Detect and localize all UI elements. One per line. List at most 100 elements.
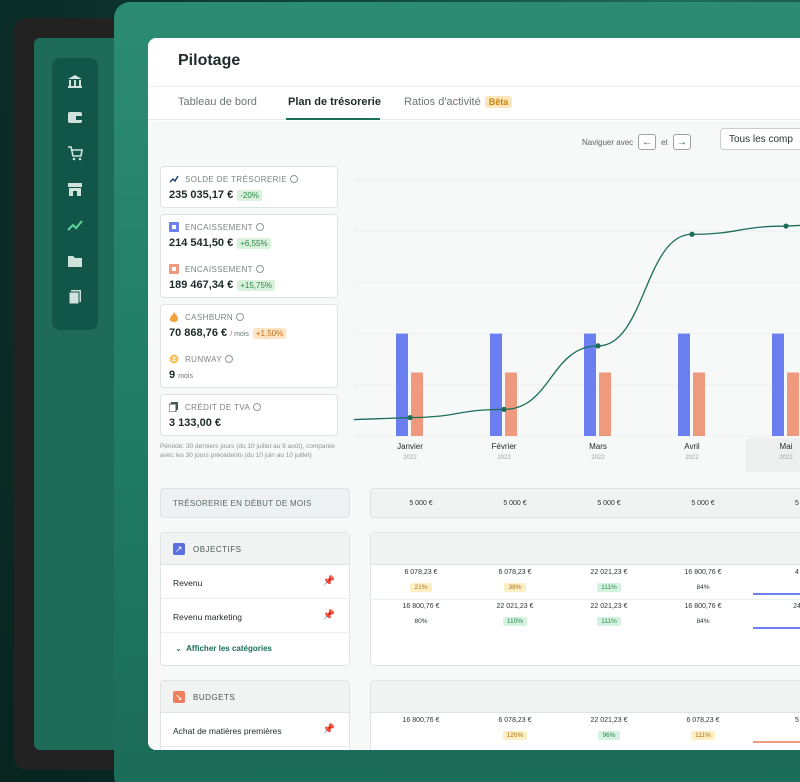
value-cell[interactable]: 16 800,76 € 84% — [663, 569, 743, 594]
info-icon[interactable] — [225, 355, 234, 363]
value-percent-badge: 21% — [410, 583, 432, 592]
value-amount: 16 800,76 € — [402, 603, 440, 610]
value-cell[interactable]: 16 800,76 € — [381, 717, 461, 724]
folder-icon[interactable] — [64, 250, 86, 272]
objectif-row[interactable]: Revenu marketing 📌 — [161, 599, 349, 633]
value-cell[interactable]: 4 — [757, 569, 800, 576]
value-cell[interactable]: 16 800,76 € 84% — [663, 603, 743, 628]
prev-arrow-key[interactable]: ← — [638, 134, 657, 150]
value-amount: 6 078,23 € — [404, 569, 438, 576]
value-amount: 16 800,76 € — [402, 717, 440, 724]
wallet-icon[interactable] — [64, 106, 86, 128]
kpi-credit-tva-card: CRÉDIT DE TVA 3 133,00 € — [160, 394, 338, 436]
kpi-solde-card: SOLDE DE TRÉSORERIE 235 035,17 € -20% — [160, 166, 338, 208]
beta-badge: Bêta — [484, 96, 513, 108]
value-cell[interactable]: 24 — [757, 603, 800, 610]
value-amount: 22 021,23 € — [590, 603, 628, 610]
bar-encaissement — [490, 333, 502, 436]
info-icon[interactable] — [255, 223, 264, 231]
kpi-credit-tva-value: 3 133,00 € — [169, 417, 221, 429]
row-divider — [371, 599, 800, 600]
budget-row[interactable]: Achat de matières premières 📌 — [161, 713, 349, 747]
value-amount: 16 800,76 € — [684, 569, 722, 576]
trend-icon — [169, 175, 179, 183]
x-tick-label: Mars — [589, 442, 607, 451]
trend-icon[interactable] — [64, 214, 86, 236]
documents-icon[interactable] — [64, 286, 86, 308]
kpi-solde-label: SOLDE DE TRÉSORERIE — [185, 175, 299, 184]
budgets-panel: ↘ BUDGETS Achat de matières premières 📌 — [160, 680, 350, 750]
flame-icon — [170, 312, 178, 322]
objectif-label: Revenu marketing — [173, 612, 242, 622]
bar-decaissement — [505, 372, 517, 436]
x-tick-year: 2022 — [497, 455, 511, 461]
value-cell[interactable]: 22 021,23 € 111% — [569, 603, 649, 628]
expense-square-icon — [169, 264, 179, 274]
show-categories-toggle[interactable]: ⌄ Afficher les catégories — [161, 633, 349, 665]
value-percent-badge: 111% — [597, 617, 621, 626]
line-point — [783, 223, 789, 229]
page-title: Pilotage — [178, 52, 241, 69]
cart-icon[interactable] — [64, 142, 86, 164]
budgets-header: ↘ BUDGETS — [161, 681, 349, 713]
app-window: Pilotage Tableau de bord Plan de trésore… — [148, 38, 800, 750]
arrow-down-right-icon: ↘ — [173, 691, 185, 703]
tab-ratios-activite[interactable]: Ratios d'activité Bêta — [404, 96, 513, 108]
hourglass-icon — [169, 354, 179, 364]
value-amount: 5 — [795, 717, 799, 724]
bar-decaissement — [693, 372, 705, 436]
store-icon[interactable] — [64, 178, 86, 200]
pin-icon[interactable]: 📌 — [323, 724, 335, 735]
next-arrow-key[interactable]: → — [672, 134, 691, 150]
value-cell[interactable]: 16 800,76 € 80% — [381, 603, 461, 628]
objectif-row[interactable]: Revenu 📌 — [161, 565, 349, 599]
value-cell[interactable]: 22 021,23 € 110% — [475, 603, 555, 628]
line-point — [407, 414, 413, 421]
info-icon[interactable] — [236, 313, 245, 321]
value-cell[interactable]: 6 078,23 € 38% — [475, 569, 555, 594]
kpi-encaissement-out-label: ENCAISSEMENT — [185, 265, 264, 274]
x-tick-label: Mai — [780, 442, 793, 451]
progress-indicator — [753, 593, 800, 595]
bank-icon[interactable] — [64, 70, 86, 92]
value-cell[interactable]: 5 — [757, 717, 800, 724]
info-icon[interactable] — [255, 265, 264, 273]
value-percent-badge: 111% — [691, 731, 715, 740]
pin-icon[interactable]: 📌 — [323, 576, 335, 587]
value-cell[interactable]: 22 021,23 € 96% — [569, 717, 649, 742]
kpi-cashburn-delta: +1,50% — [252, 328, 287, 339]
value-amount: 6 078,23 € — [498, 717, 532, 724]
tab-ratios-label: Ratios d'activité — [404, 96, 481, 108]
kpi-cashburn-card: CASHBURN 70 868,76 € / mois +1,50% RUNWAY… — [160, 304, 338, 388]
pin-icon[interactable]: 📌 — [323, 610, 335, 621]
info-icon[interactable] — [253, 403, 262, 411]
objectif-label: Revenu — [173, 578, 203, 588]
budgets-values-grid: 16 800,76 € 6 078,23 € 120% 22 021,23 € 96% 6… — [371, 713, 800, 750]
kpi-cashburn-label: CASHBURN — [185, 313, 245, 322]
bar-encaissement — [678, 333, 690, 436]
value-amount: 6 078,23 € — [498, 569, 532, 576]
objectifs-values-header — [371, 533, 800, 565]
value-amount: 6 078,23 € — [686, 717, 720, 724]
budgets-values-header — [371, 681, 800, 713]
value-cell[interactable]: 6 078,23 € 21% — [381, 569, 461, 594]
info-icon[interactable] — [290, 175, 299, 183]
value-percent-badge: 111% — [597, 583, 621, 592]
kpi-credit-tva-label: CRÉDIT DE TVA — [185, 403, 262, 412]
value-cell[interactable]: 6 078,23 € 111% — [663, 717, 743, 742]
x-tick-label: Avril — [684, 442, 700, 451]
tab-tableau-de-bord[interactable]: Tableau de bord — [178, 96, 257, 108]
tab-plan-de-tresorerie[interactable]: Plan de trésorerie — [288, 96, 381, 108]
budgets-values-panel: 16 800,76 € 6 078,23 € 120% 22 021,23 € 96% 6… — [370, 680, 800, 750]
kpi-runway-label: RUNWAY — [185, 355, 234, 364]
objectifs-values-grid: 6 078,23 € 21% 6 078,23 € 38% 22 021,23 € 111… — [371, 565, 800, 633]
account-filter-select[interactable]: Tous les comp — [720, 128, 800, 150]
value-amount: 16 800,76 € — [684, 603, 722, 610]
value-cell[interactable]: 6 078,23 € 120% — [475, 717, 555, 742]
value-cell[interactable]: 22 021,23 € 111% — [569, 569, 649, 594]
value-amount: 4 — [795, 569, 799, 576]
bar-encaissement — [584, 333, 596, 436]
kpi-encaissement-in-label: ENCAISSEMENT — [185, 223, 264, 232]
value-percent-badge: 120% — [502, 731, 528, 740]
progress-indicator — [753, 741, 800, 743]
